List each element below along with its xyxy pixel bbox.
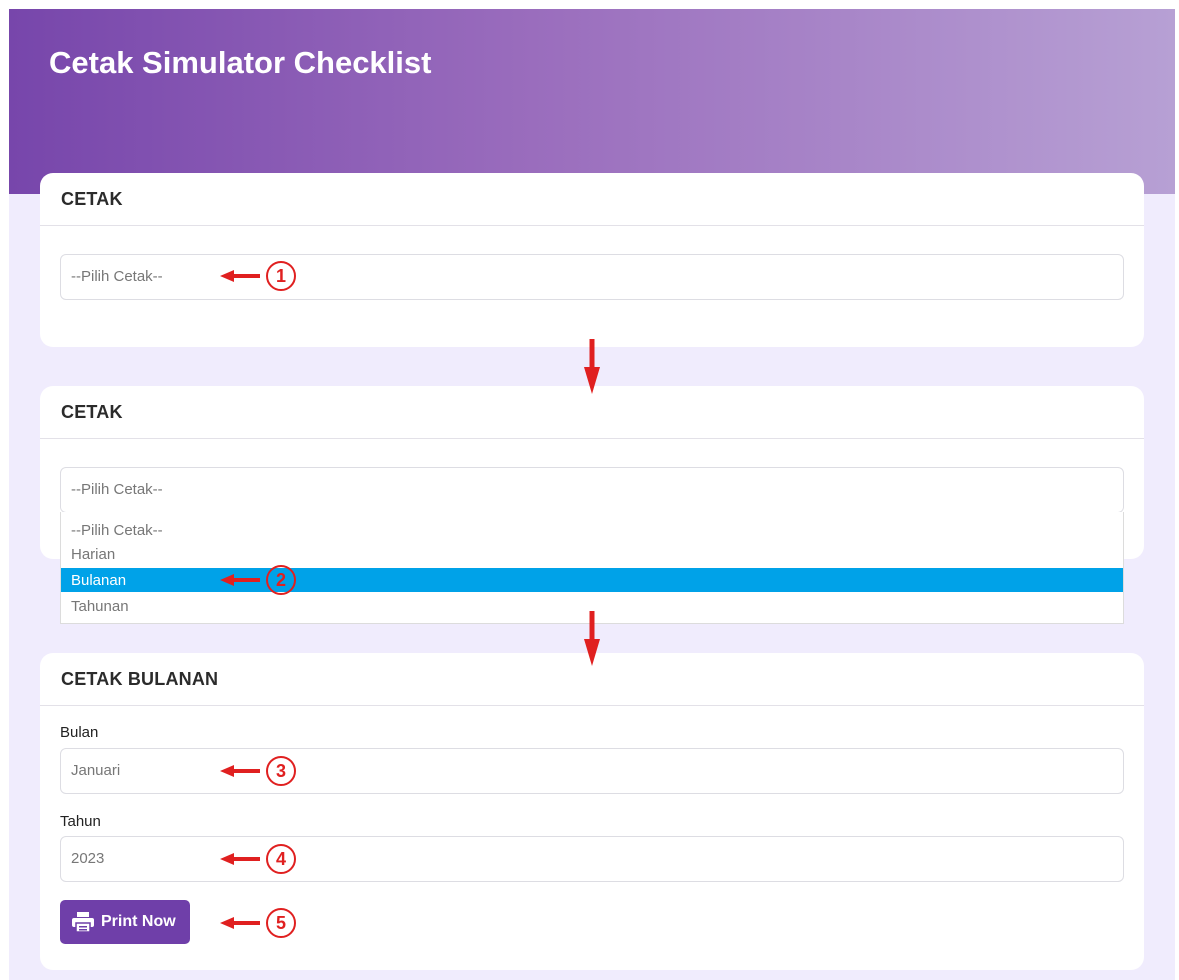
step-number-badge: 2 bbox=[266, 565, 296, 595]
step-number-badge: 5 bbox=[266, 908, 296, 938]
print-now-label: Print Now bbox=[101, 913, 176, 930]
cetak-dropdown-list: --Pilih Cetak-- Harian Bulanan Tahunan bbox=[60, 512, 1124, 624]
down-arrow-icon bbox=[584, 611, 600, 666]
cetak-card-1: CETAK --Pilih Cetak-- bbox=[40, 173, 1144, 347]
left-arrow-icon bbox=[220, 574, 260, 586]
left-arrow-icon bbox=[220, 917, 260, 929]
dropdown-option-harian[interactable]: Harian bbox=[61, 542, 1123, 567]
left-arrow-icon bbox=[220, 853, 260, 865]
page-title: Cetak Simulator Checklist bbox=[49, 45, 432, 80]
page-header: Cetak Simulator Checklist bbox=[9, 9, 1175, 194]
card-title: CETAK bbox=[61, 189, 123, 209]
bulan-label: Bulan bbox=[60, 724, 99, 741]
step-number-badge: 3 bbox=[266, 756, 296, 786]
down-arrow-icon bbox=[584, 339, 600, 394]
left-arrow-icon bbox=[220, 270, 260, 282]
card-title: CETAK bbox=[61, 402, 123, 422]
step-number-badge: 4 bbox=[266, 844, 296, 874]
print-now-button[interactable]: Print Now bbox=[60, 900, 190, 944]
page-frame: Cetak Simulator Checklist CETAK --Pilih … bbox=[9, 9, 1175, 980]
printer-icon bbox=[71, 911, 95, 933]
left-arrow-icon bbox=[220, 765, 260, 777]
card-header: CETAK bbox=[40, 173, 1144, 226]
cetak-select-2[interactable]: --Pilih Cetak-- bbox=[60, 467, 1124, 513]
card-title: CETAK BULANAN bbox=[61, 669, 219, 689]
tahun-label: Tahun bbox=[60, 813, 101, 830]
dropdown-option-placeholder[interactable]: --Pilih Cetak-- bbox=[61, 518, 1123, 543]
cetak-bulanan-card: CETAK BULANAN Bulan Januari Tahun 2023 P… bbox=[40, 653, 1144, 970]
step-number-badge: 1 bbox=[266, 261, 296, 291]
